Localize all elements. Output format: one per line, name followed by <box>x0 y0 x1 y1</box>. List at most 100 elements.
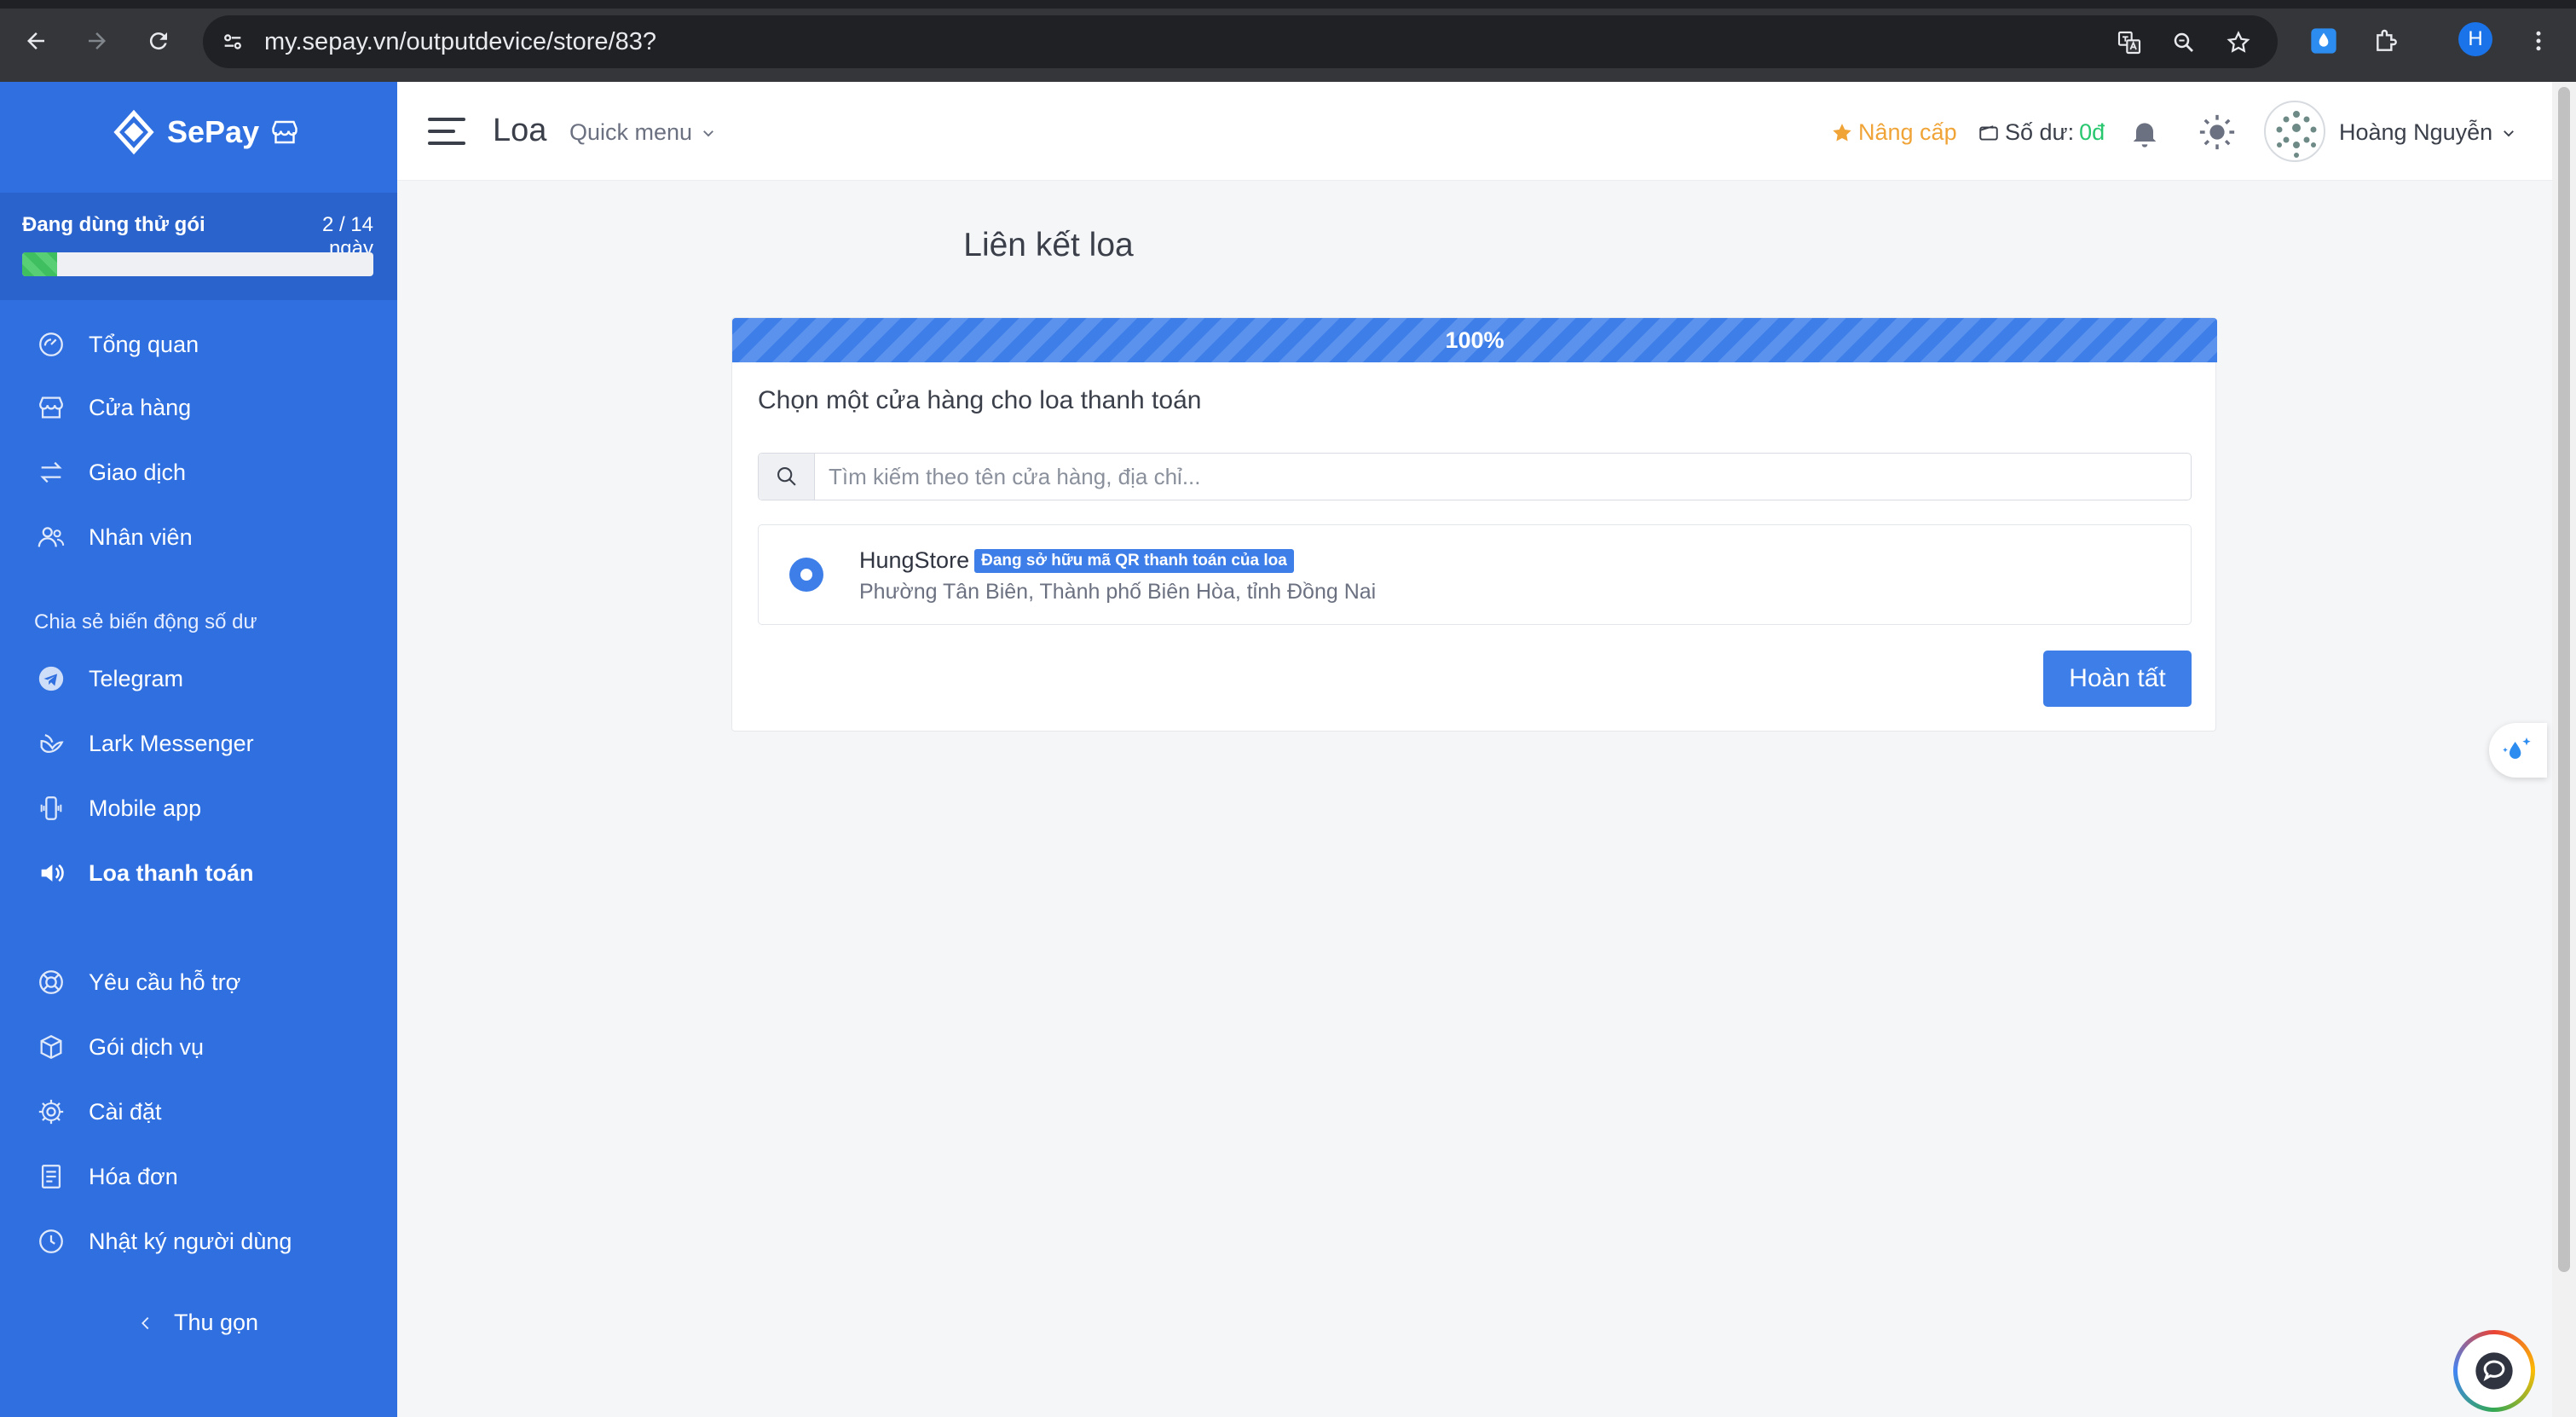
sidebar-item-label: Tổng quan <box>89 331 199 357</box>
sidebar-item-cai-dat[interactable]: Cài đặt <box>34 1090 162 1134</box>
quick-menu-label: Quick menu <box>569 119 693 145</box>
extensions-puzzle-icon[interactable] <box>2368 22 2406 60</box>
sidebar-item-tong-quan[interactable]: Tổng quan <box>34 322 199 367</box>
store-selection-card: 100% Chọn một cửa hàng cho loa thanh toá… <box>731 317 2217 732</box>
search-icon <box>759 454 815 500</box>
chevron-left-icon <box>142 1316 149 1329</box>
card-heading: Chọn một cửa hàng cho loa thanh toán <box>758 386 1202 414</box>
sidebar-item-label: Cài đặt <box>89 1098 162 1125</box>
sidebar-item-mobile-app[interactable]: Mobile app <box>34 786 201 830</box>
wallet-icon <box>1979 124 1998 141</box>
sidebar-item-label: Yêu cầu hỗ trợ <box>89 969 241 995</box>
progress-label: 100% <box>1445 327 1505 353</box>
sidebar-item-lark[interactable]: Lark Messenger <box>34 721 254 766</box>
notification-bell-icon[interactable] <box>2128 116 2162 150</box>
upgrade-label: Nâng cấp <box>1858 119 1957 145</box>
drop-sparkle-widget-icon[interactable] <box>2489 723 2547 778</box>
store-small-icon <box>272 120 297 144</box>
page-scrollbar[interactable] <box>2552 82 2576 1417</box>
store-radio-selected[interactable] <box>789 558 823 592</box>
transfer-icon <box>34 455 68 489</box>
brand-name: SePay <box>167 114 260 149</box>
user-menu-dropdown[interactable]: Hoàng Nguyễn <box>2339 119 2516 146</box>
sidebar-item-label: Mobile app <box>89 795 202 821</box>
sidebar-item-hoa-don[interactable]: Hóa đơn <box>34 1154 178 1199</box>
balance-label: Số dư: <box>2005 119 2075 145</box>
browser-toolbar: my.sepay.vn/outputdevice/store/83? H <box>0 0 2576 82</box>
reload-button[interactable] <box>142 24 176 58</box>
gear-icon <box>34 1095 68 1129</box>
menu-toggle-icon[interactable] <box>428 114 465 148</box>
extension-drop-icon[interactable] <box>2305 22 2342 60</box>
site-settings-icon[interactable] <box>218 27 247 56</box>
back-button[interactable] <box>19 24 53 58</box>
wizard-progress-bar: 100% <box>732 318 2217 362</box>
forward-button[interactable] <box>80 24 114 58</box>
store-search <box>758 453 2192 500</box>
store-icon <box>34 390 68 425</box>
upgrade-link[interactable]: Nâng cấp <box>1831 119 1957 146</box>
store-title: HungStore Đang sở hữu mã QR thanh toán c… <box>859 547 1294 574</box>
reload-icon <box>149 32 167 50</box>
sidebar-item-label: Gói dịch vụ <box>89 1033 205 1060</box>
address-bar[interactable]: my.sepay.vn/outputdevice/store/83? <box>203 15 2278 68</box>
balance-value: 0đ <box>2079 119 2105 145</box>
sidebar-item-cua-hang[interactable]: Cửa hàng <box>34 385 191 430</box>
sidebar-item-telegram[interactable]: Telegram <box>34 656 183 701</box>
sidebar-item-giao-dich[interactable]: Giao dịch <box>34 450 186 495</box>
sidebar-item-goi-dich-vu[interactable]: Gói dịch vụ <box>34 1025 204 1069</box>
brand-logo[interactable]: SePay <box>111 109 300 155</box>
star-icon <box>1833 123 1851 142</box>
sidebar-item-label: Nhật ký người dùng <box>89 1228 292 1254</box>
chat-bubble-icon <box>2458 1334 2531 1408</box>
balance-display[interactable]: Số dư: 0đ <box>1978 119 2105 146</box>
browser-menu-icon[interactable] <box>2520 22 2557 60</box>
chevron-down-icon <box>2504 130 2515 136</box>
url-text[interactable]: my.sepay.vn/outputdevice/store/83? <box>264 27 656 56</box>
telegram-icon <box>34 662 68 696</box>
store-option[interactable]: HungStore Đang sở hữu mã QR thanh toán c… <box>758 524 2192 625</box>
sidebar-item-label: Lark Messenger <box>89 730 254 756</box>
bookmark-star-icon[interactable] <box>2223 27 2254 58</box>
search-input[interactable] <box>829 460 2175 493</box>
sidebar-item-loa-thanh-toan[interactable]: Loa thanh toán <box>34 851 253 895</box>
store-name: HungStore <box>859 547 970 573</box>
theme-toggle-sun-icon[interactable] <box>2198 113 2237 152</box>
page-title: Loa <box>493 113 547 148</box>
lifebuoy-icon <box>34 965 68 999</box>
sidebar-item-ho-tro[interactable]: Yêu cầu hỗ trợ <box>34 960 240 1004</box>
page-heading: Liên kết loa <box>963 227 1134 263</box>
sepay-logo-icon <box>113 109 154 155</box>
qr-owned-badge: Đang sở hữu mã QR thanh toán của loa <box>974 548 1294 573</box>
mobile-icon <box>34 791 68 825</box>
sidebar-item-label: Cửa hàng <box>89 394 192 420</box>
lark-icon <box>34 726 68 761</box>
quick-menu-dropdown[interactable]: Quick menu <box>569 119 716 146</box>
zoom-icon[interactable] <box>2169 27 2199 58</box>
chat-support-button[interactable] <box>2453 1330 2535 1412</box>
sidebar-item-label: Loa thanh toán <box>89 859 254 886</box>
arrow-left-icon <box>27 32 44 49</box>
arrow-right-icon <box>89 32 106 49</box>
invoice-icon <box>34 1160 68 1194</box>
sidebar-item-label: Telegram <box>89 665 184 691</box>
browser-profile-avatar[interactable]: H <box>2458 22 2492 56</box>
user-name: Hoàng Nguyễn <box>2339 119 2493 145</box>
radio-dot <box>800 569 812 581</box>
scrollbar-thumb[interactable] <box>2558 87 2570 1272</box>
users-icon <box>34 520 68 554</box>
collapse-sidebar-button[interactable]: Thu gọn <box>136 1310 258 1336</box>
top-navbar: Loa Quick menu Nâng cấp Số dư: 0đ Hoàng … <box>397 82 2552 181</box>
sidebar-item-label: Giao dịch <box>89 459 187 485</box>
sidebar-item-nhan-vien[interactable]: Nhân viên <box>34 515 193 559</box>
clock-icon <box>34 1224 68 1258</box>
browser-tab-strip <box>0 0 2576 9</box>
translate-icon[interactable] <box>2114 27 2145 58</box>
chevron-down-icon <box>703 130 713 136</box>
sidebar-item-nhat-ky[interactable]: Nhật ký người dùng <box>34 1219 292 1264</box>
finish-button[interactable]: Hoàn tất <box>2043 651 2192 707</box>
user-avatar[interactable] <box>2264 101 2325 162</box>
trial-progress-bar <box>22 252 373 276</box>
dashboard-icon <box>34 327 68 361</box>
package-icon <box>34 1030 68 1064</box>
